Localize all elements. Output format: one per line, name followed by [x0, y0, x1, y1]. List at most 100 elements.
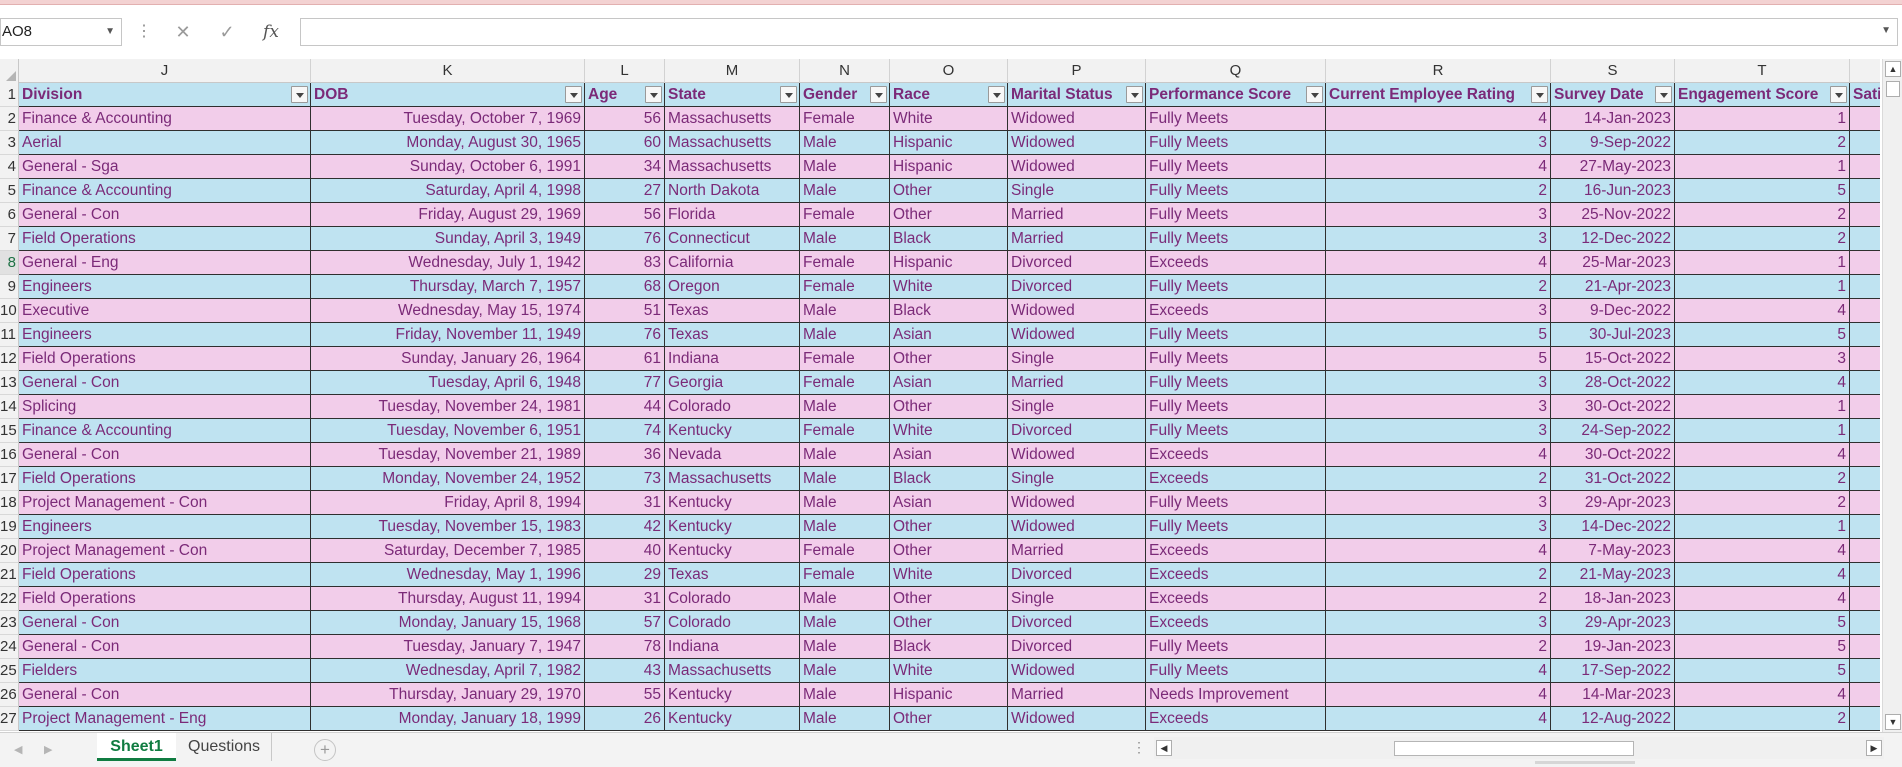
table-cell[interactable]	[1850, 395, 1880, 419]
table-cell[interactable]	[1850, 371, 1880, 395]
table-cell[interactable]: Kentucky	[665, 707, 800, 731]
table-cell[interactable]: 5	[1675, 635, 1850, 659]
table-cell[interactable]: Massachusetts	[665, 659, 800, 683]
table-cell[interactable]	[1850, 635, 1880, 659]
table-cell[interactable]: Asian	[890, 491, 1008, 515]
table-cell[interactable]: Oregon	[665, 275, 800, 299]
row-number[interactable]: 14	[0, 395, 19, 419]
table-cell[interactable]: 3	[1326, 227, 1551, 251]
row-number[interactable]: 16	[0, 443, 19, 467]
row-number[interactable]: 24	[0, 635, 19, 659]
table-cell[interactable]: Widowed	[1008, 515, 1146, 539]
table-cell[interactable]: Hispanic	[890, 155, 1008, 179]
insert-function-icon[interactable]: fx	[258, 20, 284, 44]
filter-dropdown-icon[interactable]	[291, 86, 308, 103]
table-cell[interactable]: Fully Meets	[1146, 515, 1326, 539]
table-cell[interactable]: Tuesday, January 7, 1947	[311, 635, 585, 659]
table-cell[interactable]: Tuesday, November 24, 1981	[311, 395, 585, 419]
table-cell[interactable]	[1850, 563, 1880, 587]
column-header[interactable]: M	[665, 59, 800, 83]
row-number[interactable]: 20	[0, 539, 19, 563]
table-cell[interactable]: 3	[1326, 371, 1551, 395]
table-cell[interactable]: Black	[890, 635, 1008, 659]
table-cell[interactable]: General - Sga	[19, 155, 311, 179]
table-cell[interactable]: Single	[1008, 395, 1146, 419]
table-cell[interactable]: Engineers	[19, 515, 311, 539]
table-cell[interactable]: Single	[1008, 587, 1146, 611]
table-cell[interactable]: 1	[1675, 155, 1850, 179]
table-cell[interactable]: Other	[890, 707, 1008, 731]
table-cell[interactable]: 4	[1326, 251, 1551, 275]
table-cell[interactable]: Asian	[890, 323, 1008, 347]
table-cell[interactable]: Fully Meets	[1146, 131, 1326, 155]
table-cell[interactable]: 43	[585, 659, 665, 683]
table-cell[interactable]: Exceeds	[1146, 563, 1326, 587]
table-cell[interactable]: 3	[1326, 419, 1551, 443]
table-cell[interactable]: 2	[1326, 467, 1551, 491]
splitter-icon[interactable]: ⋮	[1132, 739, 1146, 756]
table-cell[interactable]: Female	[800, 251, 890, 275]
filter-dropdown-icon[interactable]	[988, 86, 1005, 103]
table-cell[interactable]: 3	[1326, 515, 1551, 539]
column-header-cell[interactable]: Age	[585, 83, 665, 107]
table-cell[interactable]: Divorced	[1008, 635, 1146, 659]
table-cell[interactable]: General - Con	[19, 683, 311, 707]
table-cell[interactable]: Married	[1008, 227, 1146, 251]
table-cell[interactable]: Asian	[890, 371, 1008, 395]
tab-questions[interactable]: Questions	[177, 733, 273, 761]
table-cell[interactable]: 5	[1675, 179, 1850, 203]
table-cell[interactable]: Widowed	[1008, 443, 1146, 467]
table-cell[interactable]: Exceeds	[1146, 251, 1326, 275]
table-cell[interactable]: Kentucky	[665, 539, 800, 563]
table-cell[interactable]: 4	[1326, 443, 1551, 467]
table-cell[interactable]: Black	[890, 299, 1008, 323]
table-cell[interactable]: Project Management - Con	[19, 539, 311, 563]
table-cell[interactable]: Widowed	[1008, 491, 1146, 515]
table-cell[interactable]: Fully Meets	[1146, 203, 1326, 227]
table-cell[interactable]: 4	[1326, 539, 1551, 563]
table-cell[interactable]: Single	[1008, 347, 1146, 371]
table-cell[interactable]: Connecticut	[665, 227, 800, 251]
table-cell[interactable]: Asian	[890, 443, 1008, 467]
table-cell[interactable]: 25-Mar-2023	[1551, 251, 1675, 275]
table-cell[interactable]: 4	[1675, 539, 1850, 563]
table-cell[interactable]: 4	[1326, 683, 1551, 707]
add-sheet-icon[interactable]: +	[314, 739, 336, 761]
table-cell[interactable]: Male	[800, 491, 890, 515]
table-cell[interactable]: 16-Jun-2023	[1551, 179, 1675, 203]
table-cell[interactable]: Tuesday, November 21, 1989	[311, 443, 585, 467]
table-cell[interactable]: 31	[585, 587, 665, 611]
table-cell[interactable]: White	[890, 107, 1008, 131]
table-cell[interactable]: 34	[585, 155, 665, 179]
table-cell[interactable]: 25-Nov-2022	[1551, 203, 1675, 227]
tab-scroll-left-icon[interactable]: ◀	[14, 743, 22, 756]
column-header-cell[interactable]: State	[665, 83, 800, 107]
table-cell[interactable]: 14-Jan-2023	[1551, 107, 1675, 131]
row-number[interactable]: 1	[0, 83, 19, 107]
table-cell[interactable]: 2	[1675, 707, 1850, 731]
table-cell[interactable]: Fully Meets	[1146, 227, 1326, 251]
table-cell[interactable]: 4	[1675, 587, 1850, 611]
filter-dropdown-icon[interactable]	[1655, 86, 1672, 103]
spreadsheet-grid[interactable]: JKLMNOPQRST 1 Division DOB Age State Gender Ra…	[0, 59, 1880, 732]
table-cell[interactable]: Field Operations	[19, 587, 311, 611]
table-cell[interactable]: Other	[890, 395, 1008, 419]
table-cell[interactable]: Monday, August 30, 1965	[311, 131, 585, 155]
table-cell[interactable]: General - Con	[19, 635, 311, 659]
table-cell[interactable]: 77	[585, 371, 665, 395]
table-cell[interactable]: 51	[585, 299, 665, 323]
column-header[interactable]	[1850, 59, 1880, 83]
table-cell[interactable]: 12-Dec-2022	[1551, 227, 1675, 251]
tab-sheet1[interactable]: Sheet1	[97, 733, 176, 761]
column-header[interactable]: P	[1008, 59, 1146, 83]
table-cell[interactable]: Sunday, January 26, 1964	[311, 347, 585, 371]
table-cell[interactable]: 30-Oct-2022	[1551, 443, 1675, 467]
table-cell[interactable]: White	[890, 275, 1008, 299]
column-header-cell[interactable]: Sati	[1850, 83, 1880, 107]
column-header-cell[interactable]: Current Employee Rating	[1326, 83, 1551, 107]
table-cell[interactable]: 5	[1675, 323, 1850, 347]
table-cell[interactable]: White	[890, 659, 1008, 683]
column-header-cell[interactable]: Gender	[800, 83, 890, 107]
table-cell[interactable]: 76	[585, 323, 665, 347]
table-cell[interactable]: 12-Aug-2022	[1551, 707, 1675, 731]
